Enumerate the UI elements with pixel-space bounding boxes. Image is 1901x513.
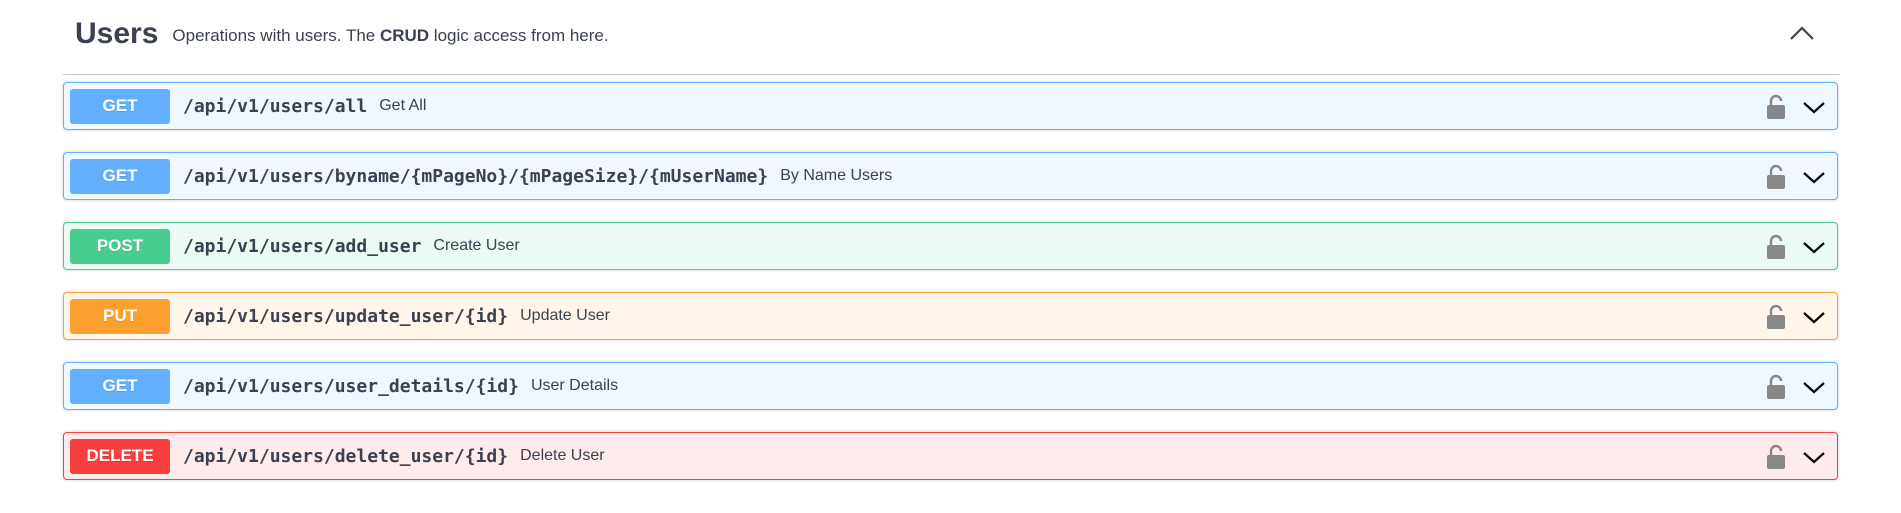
chevron-up-icon	[1790, 26, 1814, 40]
section-desc-suffix: logic access from here.	[429, 26, 609, 45]
operation-summary: By Name Users	[780, 167, 893, 184]
operation-summary: Create User	[433, 237, 520, 254]
section-title: Users	[75, 17, 159, 50]
operation-get-byname[interactable]: GET /api/v1/users/byname/{mPageNo}/{mPag…	[63, 152, 1838, 200]
operation-path: /api/v1/users/update_user/{id}	[183, 305, 509, 327]
operation-path: /api/v1/users/all	[183, 95, 368, 117]
operation-summary: Get All	[379, 97, 427, 114]
section-desc-bold: CRUD	[379, 26, 430, 45]
operation-summary: User Details	[530, 377, 619, 394]
operation-summary: Update User	[520, 307, 610, 324]
chevron-down-icon[interactable]	[1801, 445, 1827, 469]
unlocked-padlock-icon[interactable]	[1765, 444, 1787, 470]
method-badge: GET	[70, 158, 170, 194]
operation-get-user-details[interactable]: GET /api/v1/users/user_details/{id} User…	[63, 362, 1838, 410]
section-desc-prefix: Operations with users. The	[172, 26, 380, 45]
operation-path: /api/v1/users/byname/{mPageNo}/{mPageSiz…	[183, 165, 769, 187]
operation-post-add-user[interactable]: POST /api/v1/users/add_user Create User	[63, 222, 1838, 270]
unlocked-padlock-icon[interactable]	[1765, 374, 1787, 400]
method-badge: POST	[70, 228, 170, 264]
operation-delete-user[interactable]: DELETE /api/v1/users/delete_user/{id} De…	[63, 432, 1838, 480]
operation-get-all[interactable]: GET /api/v1/users/all Get All	[63, 82, 1838, 130]
operation-put-update-user[interactable]: PUT /api/v1/users/update_user/{id} Updat…	[63, 292, 1838, 340]
chevron-down-icon[interactable]	[1801, 375, 1827, 399]
method-badge: GET	[70, 368, 170, 404]
method-badge: DELETE	[70, 438, 170, 474]
chevron-down-icon[interactable]	[1801, 305, 1827, 329]
users-section: Users Operations with users. The CRUD lo…	[63, 0, 1840, 75]
section-header[interactable]: Users Operations with users. The CRUD lo…	[63, 0, 1840, 75]
method-badge: PUT	[70, 298, 170, 334]
operation-path: /api/v1/users/add_user	[183, 235, 422, 257]
operation-summary: Delete User	[520, 447, 605, 464]
chevron-down-icon[interactable]	[1801, 235, 1827, 259]
operation-path: /api/v1/users/user_details/{id}	[183, 375, 519, 397]
method-badge: GET	[70, 88, 170, 124]
unlocked-padlock-icon[interactable]	[1765, 304, 1787, 330]
chevron-down-icon[interactable]	[1801, 165, 1827, 189]
unlocked-padlock-icon[interactable]	[1765, 164, 1787, 190]
unlocked-padlock-icon[interactable]	[1765, 94, 1787, 120]
unlocked-padlock-icon[interactable]	[1765, 234, 1787, 260]
operation-path: /api/v1/users/delete_user/{id}	[183, 445, 509, 467]
chevron-down-icon[interactable]	[1801, 95, 1827, 119]
collapse-section-button[interactable]	[1782, 16, 1822, 50]
section-description: Operations with users. The CRUD logic ac…	[172, 26, 608, 46]
